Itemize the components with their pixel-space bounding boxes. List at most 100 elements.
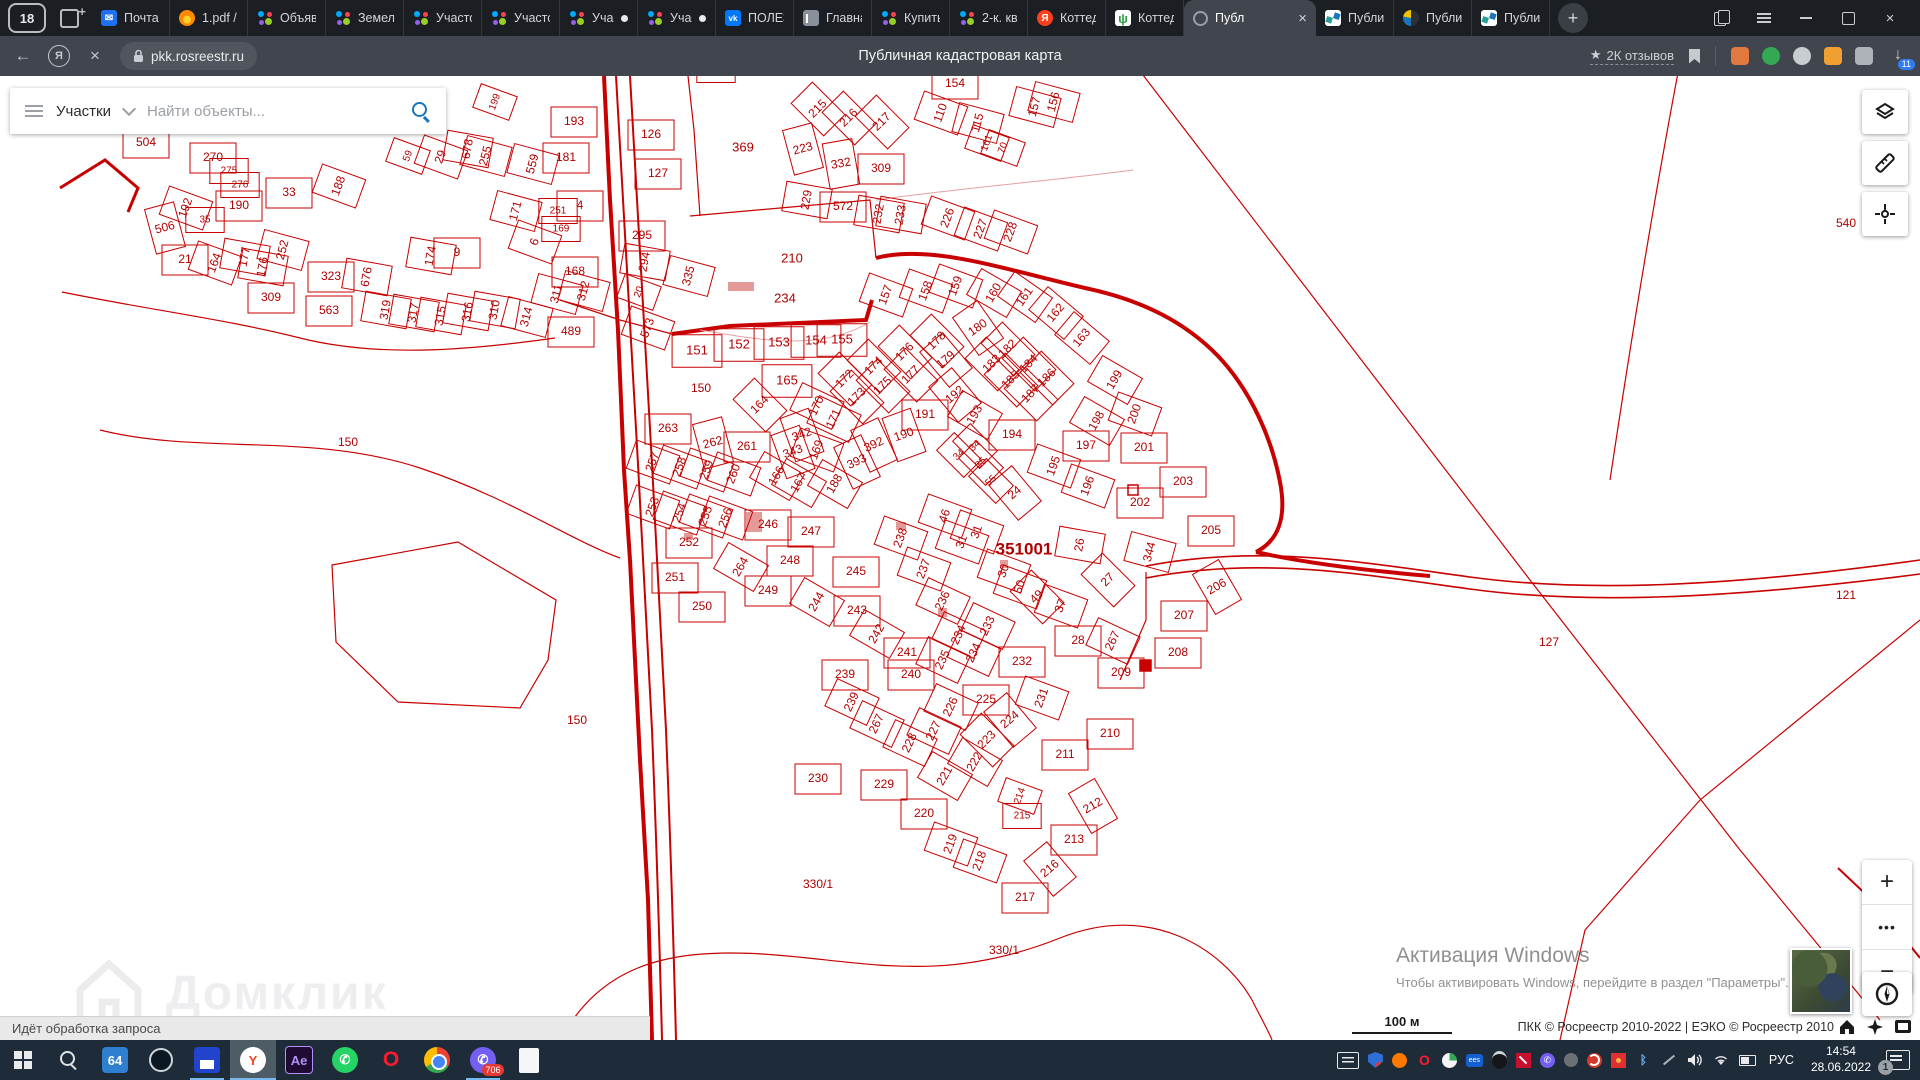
map-boundary-line xyxy=(1133,76,1880,1020)
browser-tab[interactable]: ψКоттед xyxy=(1106,0,1184,36)
opera-tray-icon[interactable]: O xyxy=(1416,1052,1433,1069)
side-panel-icon[interactable] xyxy=(1714,10,1730,26)
search-input[interactable]: Найти объекты... xyxy=(147,103,398,120)
gauge-icon[interactable] xyxy=(1492,1051,1507,1069)
search-category-dropdown[interactable]: Участки xyxy=(56,103,111,120)
maximize-button[interactable] xyxy=(1840,10,1856,26)
taskbar-app-floppy[interactable] xyxy=(184,1040,230,1080)
taskbar-app-2gis[interactable]: 64 xyxy=(92,1040,138,1080)
browser-tab[interactable]: Публ× xyxy=(1184,0,1316,36)
menu-icon[interactable] xyxy=(25,105,43,117)
orientation-icon[interactable] xyxy=(1866,1018,1884,1036)
globe-extension[interactable] xyxy=(1793,47,1811,65)
url-text: pkk.rosreestr.ru xyxy=(151,49,244,64)
home-icon[interactable] xyxy=(1838,1018,1856,1036)
avast-icon[interactable] xyxy=(1392,1053,1407,1068)
parcel-number-label: 221 xyxy=(933,763,955,788)
browser-tab[interactable]: Объяв xyxy=(248,0,326,36)
parcel-number-label: 248 xyxy=(780,553,800,567)
address-bar[interactable]: pkk.rosreestr.ru xyxy=(120,42,257,70)
map-viewport[interactable]: 5042702752763318819050619235211641771762… xyxy=(0,76,1920,1040)
ccleaner-icon[interactable] xyxy=(1587,1053,1602,1068)
stop-reload-button[interactable]: × xyxy=(84,46,106,66)
hidden-icons-icon[interactable] xyxy=(1661,1052,1678,1069)
parcel-number-label: 194 xyxy=(1002,427,1022,441)
wifi-icon[interactable] xyxy=(1713,1052,1730,1069)
browser-tab[interactable]: ✉Почта xyxy=(92,0,170,36)
zoom-in-button[interactable]: + xyxy=(1862,860,1912,904)
taskbar-app-viber[interactable]: ✆706 xyxy=(460,1040,506,1080)
tab-close-icon[interactable]: × xyxy=(1298,10,1307,27)
back-button[interactable]: ← xyxy=(12,46,34,66)
close-window-button[interactable]: × xyxy=(1882,10,1898,26)
satellite-layer-thumbnail[interactable] xyxy=(1790,948,1852,1014)
browser-tab[interactable]: Главна xyxy=(794,0,872,36)
browser-tab[interactable]: ЯКоттед xyxy=(1028,0,1106,36)
tab-counter-button[interactable]: 18 xyxy=(8,3,46,33)
browser-tab[interactable]: Публич xyxy=(1316,0,1394,36)
profile-extension[interactable] xyxy=(1731,47,1749,65)
zoom-more-button[interactable]: ••• xyxy=(1862,904,1912,949)
browser-tab[interactable]: Публич xyxy=(1394,0,1472,36)
browser-tab[interactable]: Участо xyxy=(404,0,482,36)
browser-tab[interactable]: Купить xyxy=(872,0,950,36)
browser-tab[interactable]: Учас xyxy=(560,0,638,36)
battery-extension[interactable] xyxy=(1824,47,1842,65)
reviews-badge[interactable]: ★ 2К отзывов xyxy=(1590,47,1674,65)
taskbar-app-word[interactable] xyxy=(506,1040,552,1080)
my-location-button[interactable] xyxy=(1862,192,1908,236)
layers-button[interactable] xyxy=(1862,90,1908,134)
taskbar-app-start[interactable] xyxy=(0,1040,46,1080)
search-button[interactable] xyxy=(411,101,431,121)
collections-extension[interactable] xyxy=(1855,47,1873,65)
yandex-button[interactable]: Я xyxy=(48,45,70,67)
avito-icon xyxy=(413,10,429,26)
parcel-number-label: 6 xyxy=(527,236,543,247)
parcel-outline[interactable] xyxy=(697,76,735,83)
downloads-button[interactable]: ↓ 11 xyxy=(1888,46,1908,66)
taskbar-app-taskview[interactable] xyxy=(138,1040,184,1080)
bookmark-icon[interactable] xyxy=(1689,49,1700,64)
browser-menu-icon[interactable] xyxy=(1756,10,1772,26)
chevron-down-icon[interactable] xyxy=(122,102,136,116)
taskbar-app-opera[interactable]: O xyxy=(368,1040,414,1080)
document-icon xyxy=(519,1048,539,1073)
dark-app-icon[interactable] xyxy=(1564,1053,1578,1067)
parcel-number-label: 210 xyxy=(1100,726,1120,740)
browser-tab[interactable]: 1.pdf / xyxy=(170,0,248,36)
measure-button[interactable] xyxy=(1862,141,1908,185)
eset-icon[interactable]: ees xyxy=(1466,1054,1483,1067)
security-shield-extension[interactable] xyxy=(1762,47,1780,65)
browser-tab[interactable]: Участо xyxy=(482,0,560,36)
browser-tab[interactable]: Публич xyxy=(1472,0,1550,36)
language-indicator[interactable]: РУС xyxy=(1769,1053,1794,1067)
cadastral-map[interactable]: 5042702752763318819050619235211641771762… xyxy=(0,76,1920,1040)
taskbar-app-whatsapp[interactable]: ✆ xyxy=(322,1040,368,1080)
chrome-icon xyxy=(424,1047,450,1073)
security-pie-icon[interactable] xyxy=(1442,1053,1457,1068)
battery-tray-icon[interactable] xyxy=(1739,1052,1756,1069)
adobe-tool-icon[interactable] xyxy=(1516,1053,1531,1068)
viber-tray-icon[interactable]: ✆ xyxy=(1540,1053,1555,1068)
fullscreen-icon[interactable] xyxy=(1894,1018,1912,1036)
parcel-number-label: 262 xyxy=(701,433,724,452)
browser-tab[interactable]: Земель xyxy=(326,0,404,36)
taskbar-app-search[interactable] xyxy=(46,1040,92,1080)
compass-button[interactable] xyxy=(1862,972,1912,1016)
volume-icon[interactable] xyxy=(1687,1052,1704,1069)
clock[interactable]: 14:54 28.06.2022 xyxy=(1811,1044,1871,1075)
defender-alert-icon[interactable] xyxy=(1368,1052,1383,1068)
taskbar-app-chrome[interactable] xyxy=(414,1040,460,1080)
news-icon[interactable] xyxy=(1337,1052,1359,1069)
taskbar-app-after-effects[interactable]: Ae xyxy=(276,1040,322,1080)
new-tab-group-icon[interactable]: + xyxy=(56,6,86,30)
notification-center-icon[interactable]: 1 xyxy=(1886,1050,1910,1070)
bluetooth-icon[interactable]: ᛒ xyxy=(1635,1052,1652,1069)
browser-tab[interactable]: vkПОЛЕЗ xyxy=(716,0,794,36)
browser-tab[interactable]: 2-к. кв xyxy=(950,0,1028,36)
new-tab-button[interactable]: + xyxy=(1558,3,1588,33)
taskbar-app-yandex-browser[interactable]: Y xyxy=(230,1040,276,1080)
browser-tab[interactable]: Учас xyxy=(638,0,716,36)
minimize-button[interactable] xyxy=(1798,10,1814,26)
red-app-icon[interactable] xyxy=(1611,1053,1626,1068)
